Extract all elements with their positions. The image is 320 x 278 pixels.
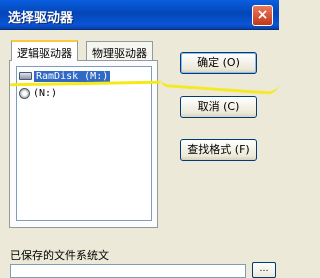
drive-item-label: RamDisk (M:) (34, 71, 111, 82)
tab-physical-drives[interactable]: 物理驱动器 (86, 41, 153, 61)
browse-icon: … (259, 264, 269, 274)
drive-item-n[interactable]: (N:) (19, 86, 125, 101)
drive-icon (19, 72, 32, 80)
close-button[interactable]: × (252, 5, 273, 26)
drive-list[interactable]: RamDisk (M:) (N:) (16, 66, 152, 221)
browse-button[interactable]: … (252, 262, 276, 278)
tab-logical-drives[interactable]: 逻辑驱动器 (11, 40, 78, 61)
highlighter-mark-right (159, 74, 280, 96)
ok-label: 确定 (197, 56, 220, 69)
saved-fs-label: 已保存的文件系统文 (10, 249, 109, 262)
ok-shortcut: (O) (222, 56, 240, 69)
find-format-shortcut: (F) (234, 143, 250, 156)
find-format-button[interactable]: 查找格式 (F) (180, 139, 257, 161)
dialog-title: 选择驱动器 (8, 11, 74, 26)
saved-fs-path-field[interactable] (10, 264, 246, 278)
close-icon: × (256, 7, 269, 23)
tab-label: 逻辑驱动器 (17, 47, 72, 60)
drive-item-label: (N:) (33, 88, 58, 99)
cancel-button[interactable]: 取消 (C) (180, 96, 257, 118)
cancel-shortcut: (C) (223, 100, 240, 113)
ok-button[interactable]: 确定 (O) (180, 52, 257, 74)
tab-label: 物理驱动器 (92, 47, 147, 60)
title-bar[interactable]: 选择驱动器 × (0, 0, 279, 30)
cancel-label: 取消 (197, 100, 220, 113)
cd-drive-icon (19, 87, 30, 99)
find-format-label: 查找格式 (187, 143, 232, 156)
select-drive-dialog: 选择驱动器 × 逻辑驱动器 物理驱动器 RamDisk (M:) (N:) 确定… (0, 0, 280, 278)
